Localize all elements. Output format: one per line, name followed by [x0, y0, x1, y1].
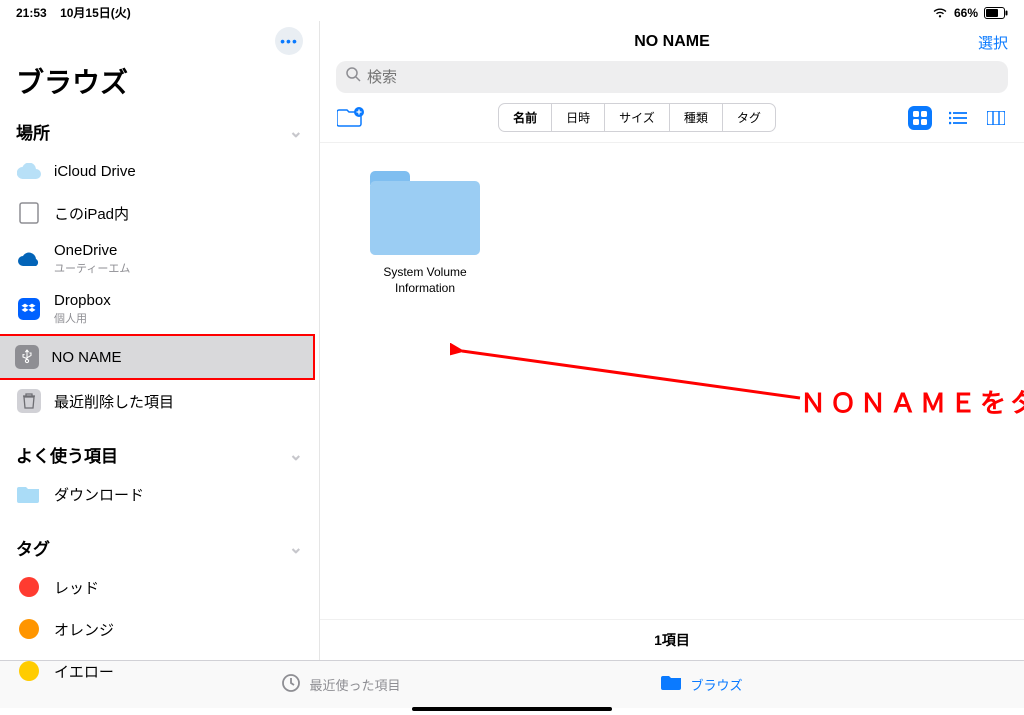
section-header-locations[interactable]: 場所 ⌄	[0, 113, 319, 150]
sidebar-item-trash[interactable]: 最近削除した項目	[0, 380, 319, 422]
status-bar: 21:53 10月15日(火) 66%	[0, 0, 1024, 21]
view-list-button[interactable]	[946, 106, 970, 130]
search-icon	[346, 67, 361, 87]
tag-label: イエロー	[54, 661, 303, 682]
wifi-icon	[932, 7, 948, 19]
sort-date[interactable]: 日時	[552, 104, 605, 131]
view-columns-button[interactable]	[984, 106, 1008, 130]
content-pane: NO NAME 選択 名前 日時 サイズ 種類 タグ	[320, 21, 1024, 660]
sidebar-item-ipad[interactable]: このiPad内	[0, 192, 319, 234]
view-grid-button[interactable]	[908, 106, 932, 130]
annotation-text: ＮＯＮＡＭＥをタッチ	[800, 383, 1024, 420]
item-label: OneDrive	[54, 242, 303, 259]
sort-size[interactable]: サイズ	[605, 104, 670, 131]
search-field[interactable]	[336, 61, 1008, 93]
item-count: 1項目	[320, 619, 1024, 660]
tab-recents[interactable]: 最近使った項目	[281, 673, 400, 696]
tag-dot-icon	[19, 619, 39, 639]
clock-icon	[281, 673, 301, 696]
tab-browse[interactable]: ブラウズ	[661, 674, 743, 695]
more-button[interactable]: •••	[275, 27, 303, 55]
item-label: NO NAME	[52, 349, 298, 366]
usb-icon	[14, 344, 40, 370]
status-date: 10月15日(火)	[60, 6, 131, 20]
sidebar-item-noname[interactable]: NO NAME	[0, 334, 315, 380]
sidebar: ••• ブラウズ 場所 ⌄ iCloud Drive このiPad内 OneDr…	[0, 21, 320, 660]
section-label: 場所	[16, 119, 50, 144]
sidebar-item-downloads[interactable]: ダウンロード	[0, 473, 319, 515]
sidebar-item-icloud[interactable]: iCloud Drive	[0, 150, 319, 192]
status-left: 21:53 10月15日(火)	[16, 4, 131, 21]
item-sublabel: 個人用	[54, 310, 303, 326]
folder-icon	[661, 674, 683, 695]
chevron-down-icon: ⌄	[289, 445, 303, 465]
section-header-favorites[interactable]: よく使う項目 ⌄	[0, 436, 319, 473]
item-sublabel: ユーティーエム	[54, 260, 303, 276]
battery-percent: 66%	[954, 6, 978, 20]
section-label: よく使う項目	[16, 442, 118, 467]
trash-icon	[16, 388, 42, 414]
content-title: NO NAME	[634, 33, 710, 51]
sidebar-tag-red[interactable]: レッド	[0, 566, 319, 608]
tag-label: オレンジ	[54, 619, 303, 640]
sort-tag[interactable]: タグ	[723, 104, 775, 131]
folder-name: System Volume Information	[360, 265, 490, 296]
search-input[interactable]	[367, 69, 998, 86]
home-indicator	[412, 707, 612, 711]
tag-dot-icon	[19, 661, 39, 681]
annotation-arrow	[450, 343, 810, 413]
tab-label: 最近使った項目	[309, 675, 400, 694]
sidebar-item-dropbox[interactable]: Dropbox個人用	[0, 284, 319, 334]
status-right: 66%	[932, 6, 1008, 20]
chevron-down-icon: ⌄	[289, 538, 303, 558]
ipad-icon	[16, 200, 42, 226]
sidebar-item-onedrive[interactable]: OneDriveユーティーエム	[0, 234, 319, 284]
item-label: Dropbox	[54, 292, 303, 309]
folder-item[interactable]: System Volume Information	[360, 171, 490, 296]
new-folder-button[interactable]	[336, 106, 366, 130]
section-header-tags[interactable]: タグ ⌄	[0, 529, 319, 566]
onedrive-icon	[16, 246, 42, 272]
sort-name[interactable]: 名前	[499, 104, 552, 131]
battery-icon	[984, 7, 1008, 19]
section-label: タグ	[16, 535, 50, 560]
chevron-down-icon: ⌄	[289, 122, 303, 142]
item-label: ダウンロード	[54, 484, 303, 505]
sort-segmented: 名前 日時 サイズ 種類 タグ	[498, 103, 776, 132]
ellipsis-icon: •••	[280, 34, 298, 48]
dropbox-icon	[16, 296, 42, 322]
select-button[interactable]: 選択	[978, 32, 1008, 53]
tab-label: ブラウズ	[691, 675, 743, 694]
item-label: 最近削除した項目	[54, 391, 303, 412]
sidebar-title: ブラウズ	[0, 61, 319, 113]
tag-dot-icon	[19, 577, 39, 597]
status-time: 21:53	[16, 6, 47, 20]
sidebar-tag-orange[interactable]: オレンジ	[0, 608, 319, 650]
item-label: このiPad内	[54, 203, 303, 224]
item-label: iCloud Drive	[54, 163, 303, 180]
cloud-icon	[16, 158, 42, 184]
folder-icon	[370, 171, 480, 255]
tag-label: レッド	[54, 577, 303, 598]
file-grid: System Volume Information ＮＯＮＡＭＥをタッチ	[320, 142, 1024, 619]
sort-kind[interactable]: 種類	[670, 104, 723, 131]
sidebar-tag-yellow[interactable]: イエロー	[0, 650, 319, 692]
folder-icon	[16, 481, 42, 507]
